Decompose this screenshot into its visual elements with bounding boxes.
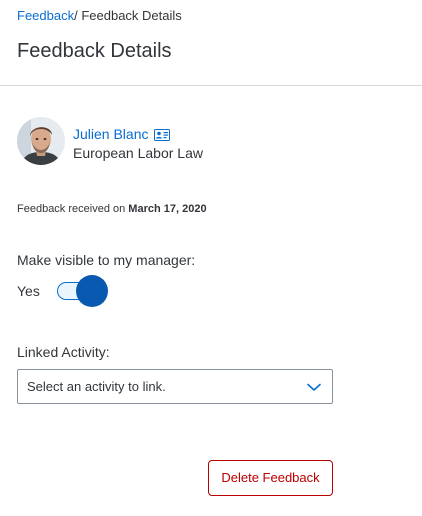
linked-activity-placeholder: Select an activity to link. xyxy=(27,379,166,394)
contact-card-icon[interactable] xyxy=(154,129,171,141)
author-name-link[interactable]: Julien Blanc xyxy=(73,126,149,142)
breadcrumb: Feedback/ Feedback Details xyxy=(17,8,182,24)
chevron-down-icon[interactable] xyxy=(307,381,321,393)
avatar[interactable] xyxy=(17,117,65,165)
received-prefix: Feedback received on xyxy=(17,203,126,215)
linked-activity-select[interactable]: Select an activity to link. xyxy=(17,369,333,404)
linked-activity-label: Linked Activity: xyxy=(17,344,110,360)
received-info: Feedback received on March 17, 2020 xyxy=(17,202,207,216)
received-date: March 17, 2020 xyxy=(128,203,207,215)
delete-feedback-button[interactable]: Delete Feedback xyxy=(208,460,333,496)
manager-visibility-switch[interactable] xyxy=(57,275,109,307)
switch-handle[interactable] xyxy=(76,275,108,307)
person-photo-icon xyxy=(17,117,65,165)
breadcrumb-current: Feedback Details xyxy=(81,8,182,23)
manager-visibility-label: Make visible to my manager: xyxy=(17,252,196,268)
manager-visibility-row: Yes xyxy=(17,275,109,307)
toggle-state-text: Yes xyxy=(17,282,40,299)
author-subtitle: European Labor Law xyxy=(73,145,203,161)
page-title: Feedback Details xyxy=(17,40,172,62)
author-name-row: Julien Blanc xyxy=(73,126,171,143)
breadcrumb-link-feedback[interactable]: Feedback xyxy=(17,8,74,23)
header-divider xyxy=(0,85,422,86)
